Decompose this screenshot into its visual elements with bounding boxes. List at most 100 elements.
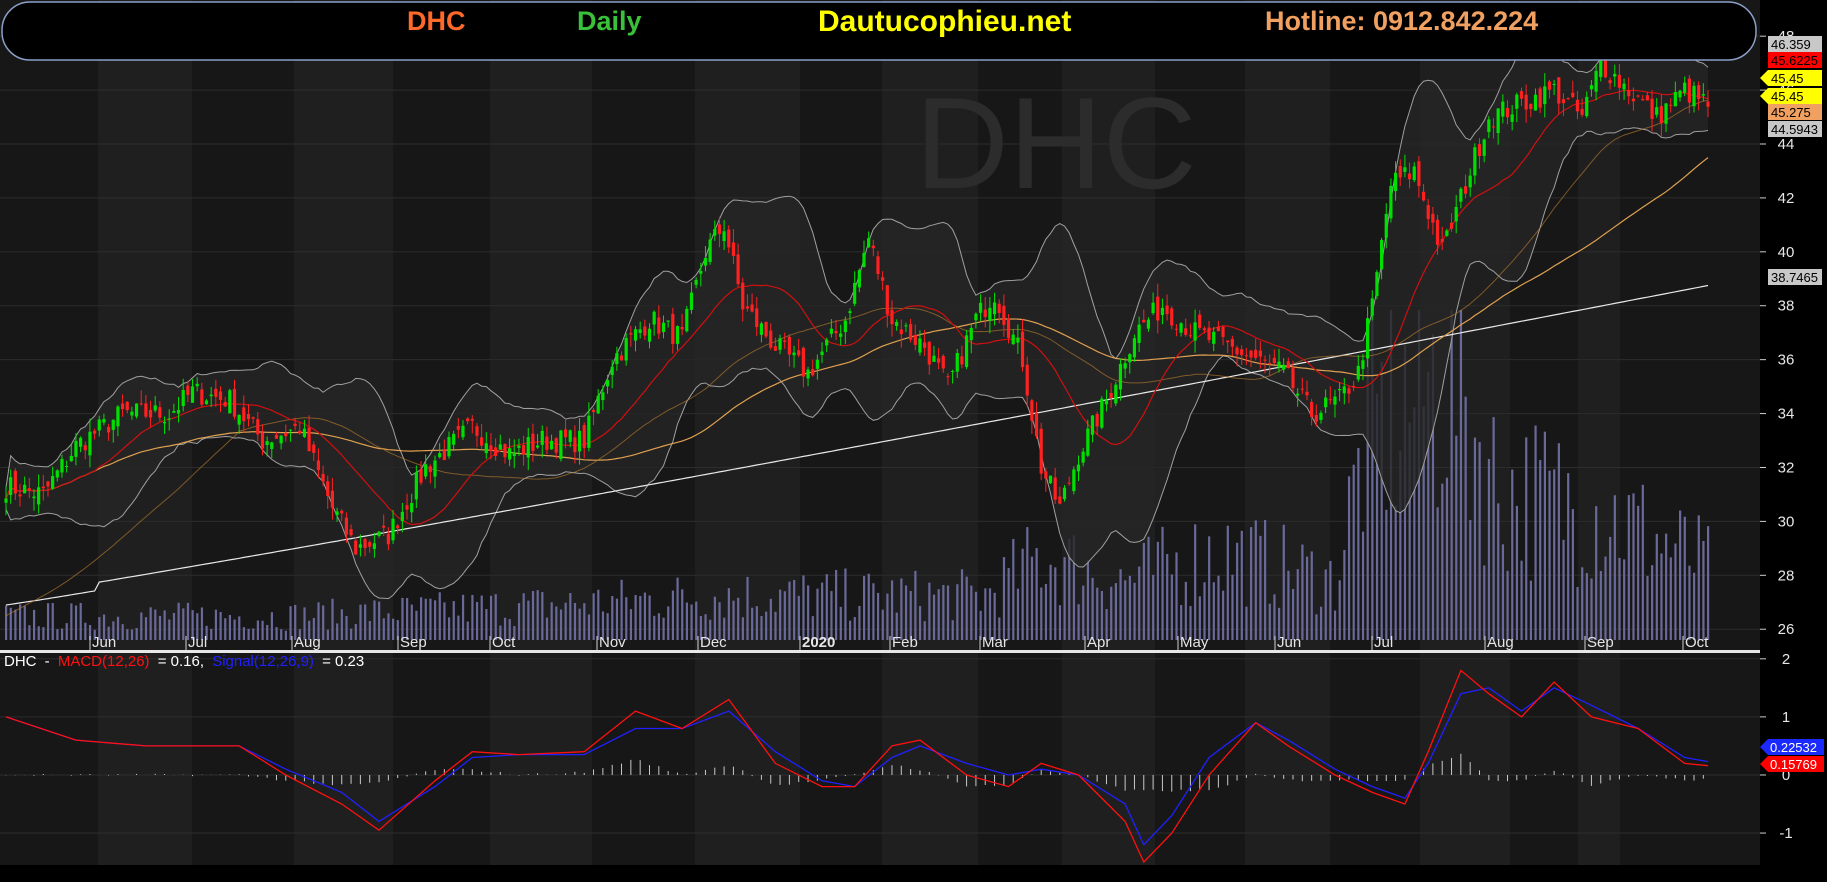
volume-bar (1166, 554, 1169, 640)
volume-bar (937, 589, 940, 640)
candle-body (1398, 165, 1402, 178)
volume-bar (1511, 469, 1514, 640)
volume-bar (1282, 524, 1285, 640)
candle-body (615, 353, 619, 365)
volume-bar (238, 616, 241, 640)
volume-bar (116, 616, 120, 640)
legend-ticker: DHC (4, 653, 37, 670)
x-tick-label: Jul (188, 634, 207, 651)
volume-bar (219, 611, 222, 640)
volume-bar (433, 600, 437, 640)
candle-body (829, 328, 833, 334)
volume-bar (1114, 583, 1117, 640)
volume-bar (1161, 526, 1164, 640)
candle-body (79, 437, 83, 447)
volume-bar (1156, 541, 1159, 640)
x-tick-label: Dec (700, 634, 727, 651)
volume-bar (387, 613, 390, 640)
volume-bar (1548, 470, 1551, 640)
candle-body (1347, 388, 1351, 394)
candle-body (703, 257, 708, 266)
candle-body (405, 505, 409, 510)
volume-bar (1627, 495, 1630, 640)
candle-body (242, 407, 246, 422)
candle-body (1132, 338, 1137, 358)
volume-bar (485, 609, 488, 640)
candle-body (1566, 98, 1570, 100)
candle-body (1622, 83, 1626, 90)
candle-body (69, 455, 73, 462)
volume-bar (1030, 556, 1034, 640)
volume-bar (536, 590, 539, 640)
volume-bar (1357, 447, 1360, 640)
candle-body (559, 430, 563, 460)
candle-body (1272, 357, 1276, 364)
volume-bar (1296, 569, 1299, 640)
volume-bar (1576, 586, 1579, 640)
candle-body (1296, 393, 1300, 396)
volume-bar (1231, 574, 1234, 640)
candle-body (1156, 296, 1160, 321)
candle-body (1034, 412, 1039, 437)
price-badge-label: 45.275 (1771, 105, 1811, 120)
candle-body (657, 317, 661, 334)
candle-body (279, 435, 283, 444)
volume-bar (1310, 551, 1313, 640)
volume-bar (1026, 527, 1029, 640)
candle-body (46, 481, 50, 487)
volume-bar (1347, 476, 1351, 640)
macd-badge: 0.22532 (1760, 739, 1824, 755)
candle-body (377, 531, 381, 536)
candle-body (293, 423, 297, 426)
candle-body (1487, 119, 1491, 133)
x-tick-label: Jun (92, 634, 116, 651)
volume-bar (359, 604, 362, 640)
candle-body (410, 502, 414, 513)
volume-bar (807, 585, 810, 640)
volume-bar (1264, 519, 1267, 640)
candle-body (1594, 70, 1598, 92)
volume-bar (373, 600, 376, 640)
volume-bar (1655, 533, 1658, 640)
candle-body (605, 379, 610, 387)
volume-bar (1044, 583, 1048, 640)
x-tick-label: Nov (599, 634, 626, 651)
candle-body (368, 542, 372, 547)
volume-bar (751, 607, 754, 640)
candle-body (1216, 326, 1220, 332)
candle-body (1263, 359, 1267, 361)
volume-bar (1441, 483, 1444, 640)
volume-bar (1333, 610, 1337, 640)
candle-body (204, 400, 209, 405)
volume-bar (648, 595, 651, 640)
volume-bar (559, 609, 563, 640)
candle-body (764, 321, 768, 337)
candle-body (1692, 85, 1696, 107)
volume-bar (583, 603, 586, 640)
candle-body (190, 386, 195, 403)
volume-bar (168, 619, 171, 640)
candle-body (237, 414, 241, 425)
y-tick-label: 30 (1778, 513, 1795, 530)
volume-bar (564, 602, 567, 640)
candle-body (88, 431, 92, 456)
candle-body (134, 403, 139, 417)
candle-body (4, 498, 8, 503)
candle-body (1011, 334, 1015, 345)
candle-body (629, 333, 633, 335)
candle-body (1627, 90, 1631, 97)
volume-bar (1683, 516, 1686, 640)
x-tick-label: Jul (1374, 634, 1393, 651)
volume-bar (466, 621, 469, 640)
candle-body (876, 256, 880, 275)
candle-body (298, 430, 302, 434)
candle-body (256, 419, 260, 435)
candle-body (1585, 96, 1589, 117)
volume-bar (685, 602, 688, 640)
volume-bar (858, 605, 861, 640)
volume-bar (923, 621, 926, 640)
candle-body (246, 414, 251, 420)
volume-bar (1124, 580, 1127, 640)
candle-body (349, 529, 353, 536)
volume-bar (853, 617, 856, 640)
